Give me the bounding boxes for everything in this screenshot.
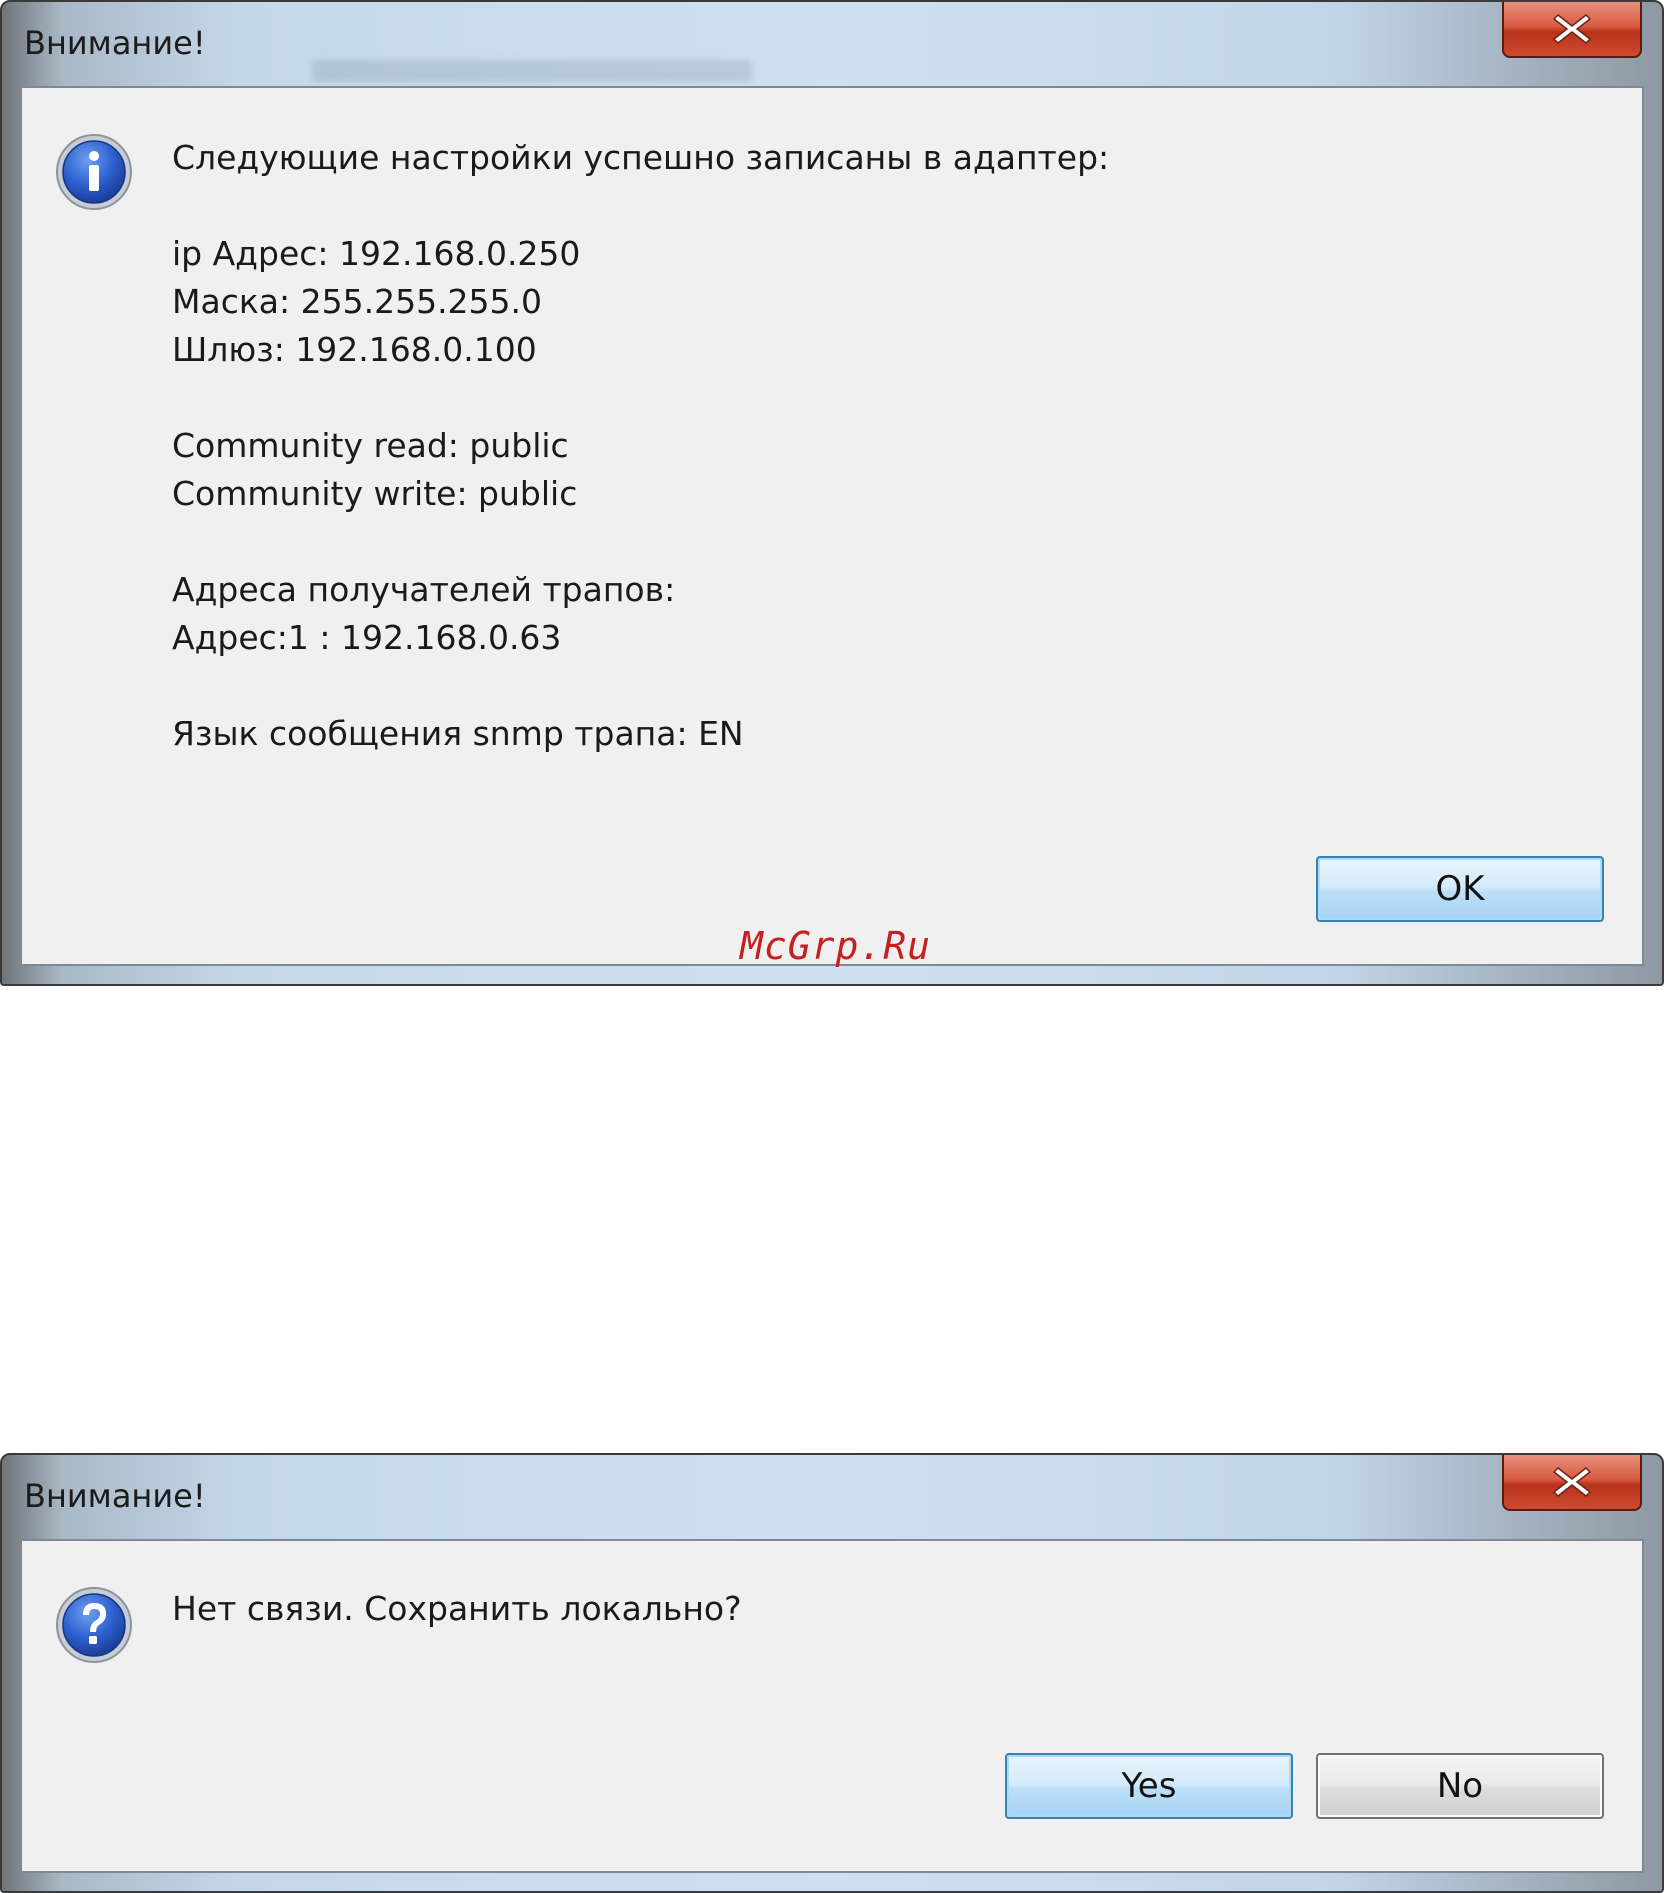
background-window-text [312, 60, 752, 82]
close-button[interactable] [1502, 2, 1642, 58]
mask-line: Маска: 255.255.255.0 [172, 282, 543, 321]
gateway-line: Шлюз: 192.168.0.100 [172, 330, 537, 369]
watermark-text: McGrp.Ru [740, 924, 932, 968]
title-bar[interactable]: Внимание! [2, 1455, 1662, 1537]
info-icon [56, 134, 132, 210]
trap-language-line: Язык сообщения snmp трапа: EN [172, 714, 744, 753]
dialog-content: Следующие настройки успешно записаны в а… [20, 86, 1644, 966]
no-button[interactable]: No [1316, 1753, 1604, 1819]
message-heading: Следующие настройки успешно записаны в а… [172, 138, 1110, 177]
question-icon [56, 1587, 132, 1663]
close-icon [1552, 1466, 1592, 1498]
dialog-title: Внимание! [24, 1477, 206, 1515]
dialog-message: Следующие настройки успешно записаны в а… [172, 134, 1109, 758]
ok-button[interactable]: OK [1316, 856, 1604, 922]
close-icon [1552, 13, 1592, 45]
community-write-line: Community write: public [172, 474, 578, 513]
close-button[interactable] [1502, 1455, 1642, 1511]
no-connection-dialog: Внимание! Нет связи. Сохранить локально?… [0, 1453, 1664, 1893]
settings-saved-dialog: Внимание! Следующие настройки успешно за… [0, 0, 1664, 986]
dialog-title: Внимание! [24, 24, 206, 62]
trap-recipients-heading: Адреса получателей трапов: [172, 570, 676, 609]
trap-address-line: Адрес:1 : 192.168.0.63 [172, 618, 562, 657]
yes-button[interactable]: Yes [1005, 1753, 1293, 1819]
dialog-message: Нет связи. Сохранить локально? [172, 1589, 742, 1628]
ip-address-line: ip Адрес: 192.168.0.250 [172, 234, 581, 273]
dialog-content: Нет связи. Сохранить локально? Yes No [20, 1539, 1644, 1873]
community-read-line: Community read: public [172, 426, 569, 465]
title-bar[interactable]: Внимание! [2, 2, 1662, 84]
